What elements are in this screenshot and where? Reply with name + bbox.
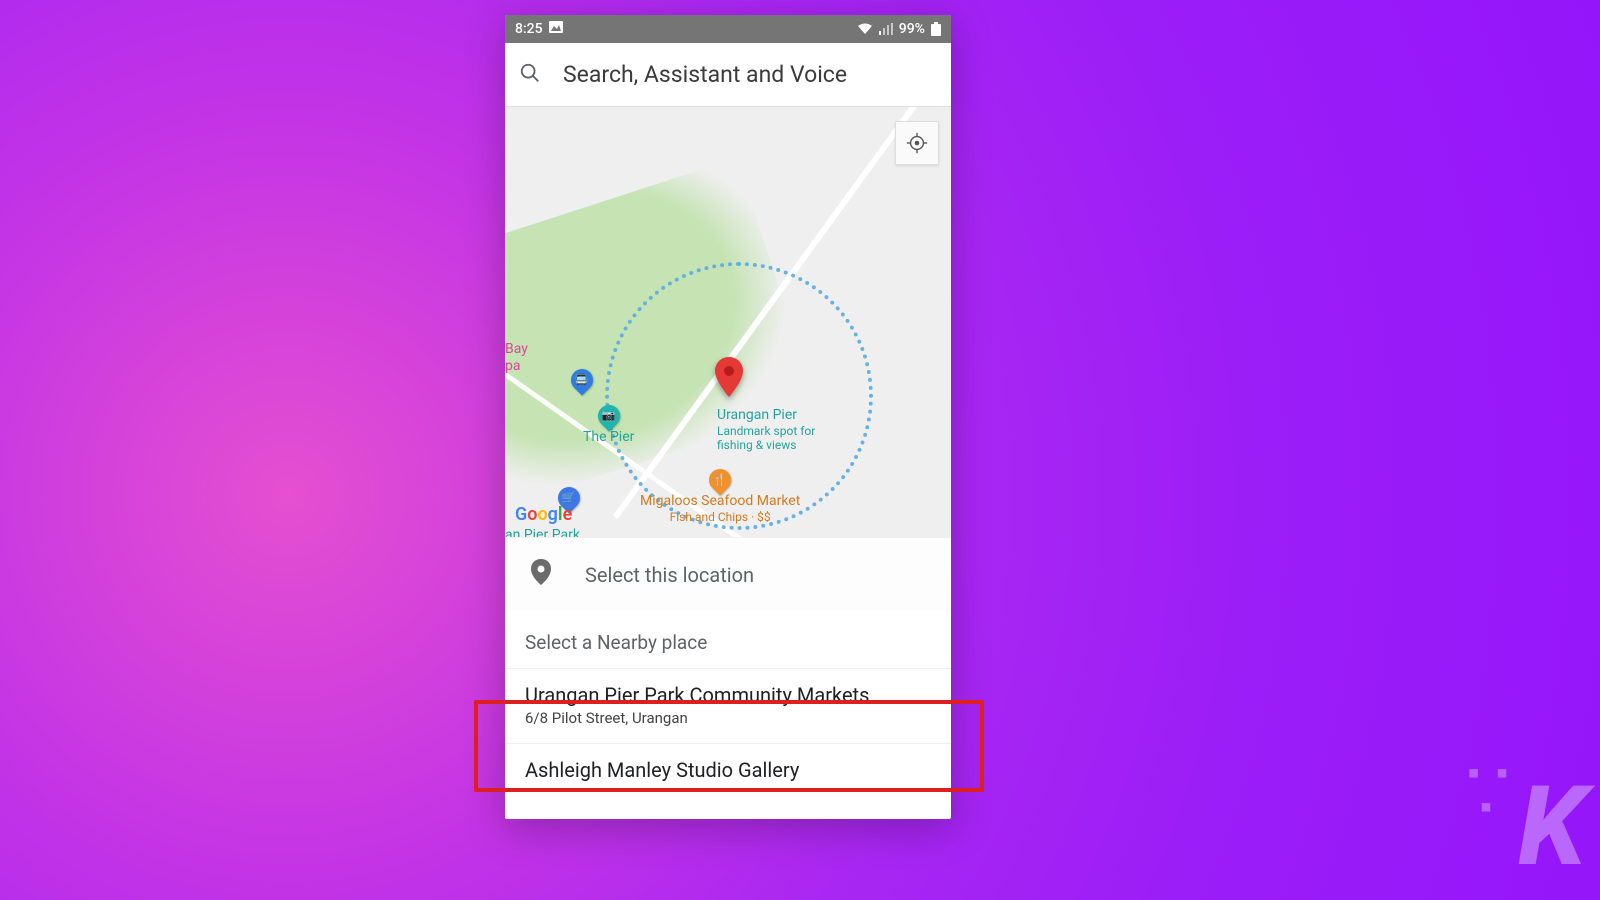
poi-urangan-pier[interactable]: Urangan Pier Landmark spot for fishing &… (717, 407, 815, 453)
poi-bus-stop[interactable]: 🚍 (571, 369, 593, 393)
watermark-letter: K (1518, 772, 1582, 882)
nearby-place-item[interactable]: Urangan Pier Park Community Markets 6/8 … (505, 668, 951, 743)
poi-subtitle: Fish and Chips · $$ (640, 510, 800, 524)
crosshair-icon (906, 132, 928, 154)
search-title: Search, Assistant and Voice (563, 61, 847, 88)
place-pin-icon (531, 559, 551, 590)
poi-label: an Pier Park (505, 527, 580, 537)
bus-icon: 🚍 (566, 364, 597, 395)
battery-icon (931, 22, 941, 36)
poi-migaloos[interactable]: 🍴 Migaloos Seafood Market Fish and Chips… (640, 469, 800, 524)
watermark-logo: ▪ ▪ ▪ K (1467, 756, 1582, 882)
map-pin-icon (715, 357, 743, 397)
map-selected-pin[interactable] (715, 357, 743, 401)
status-bar: 8:25 99% (505, 15, 951, 43)
search-icon (519, 62, 541, 88)
poi-title: Urangan Pier (717, 407, 797, 423)
poi-label: Bay (505, 341, 528, 357)
poi-subtitle: Landmark spot for fishing & views (717, 424, 815, 453)
poi-bay-spa[interactable]: Bay pa (505, 341, 528, 375)
wifi-icon (857, 23, 873, 35)
place-name: Urangan Pier Park Community Markets (525, 683, 931, 707)
poi-label: pa (505, 358, 520, 374)
battery-percent: 99% (899, 21, 925, 37)
nearby-header: Select a Nearby place (505, 611, 951, 668)
status-time: 8:25 (515, 21, 543, 37)
phone-frame: 8:25 99% Search (505, 15, 951, 819)
my-location-button[interactable] (895, 121, 939, 165)
poi-pier-park-markets[interactable]: an Pier Park nity Markets (505, 527, 582, 537)
select-location-label: Select this location (585, 563, 754, 587)
signal-icon (879, 23, 893, 35)
gallery-icon (549, 21, 563, 37)
place-name: Ashleigh Manley Studio Gallery (525, 758, 931, 782)
poi-the-pier[interactable]: 📷 The Pier (583, 405, 634, 446)
camera-icon: 📷 (593, 400, 624, 431)
watermark-dots-icon: ▪ ▪ ▪ (1467, 756, 1512, 824)
select-this-location[interactable]: Select this location (505, 537, 951, 611)
restaurant-icon: 🍴 (705, 464, 736, 495)
place-address: 6/8 Pilot Street, Urangan (525, 709, 931, 727)
background: 8:25 99% Search (0, 0, 1600, 900)
nearby-place-item[interactable]: Ashleigh Manley Studio Gallery (505, 743, 951, 798)
google-logo: Google (515, 504, 572, 525)
map-view[interactable]: Bay pa 🚍 📷 The Pier 🛒 an Pier Park nity … (505, 107, 951, 537)
search-bar[interactable]: Search, Assistant and Voice (505, 43, 951, 107)
